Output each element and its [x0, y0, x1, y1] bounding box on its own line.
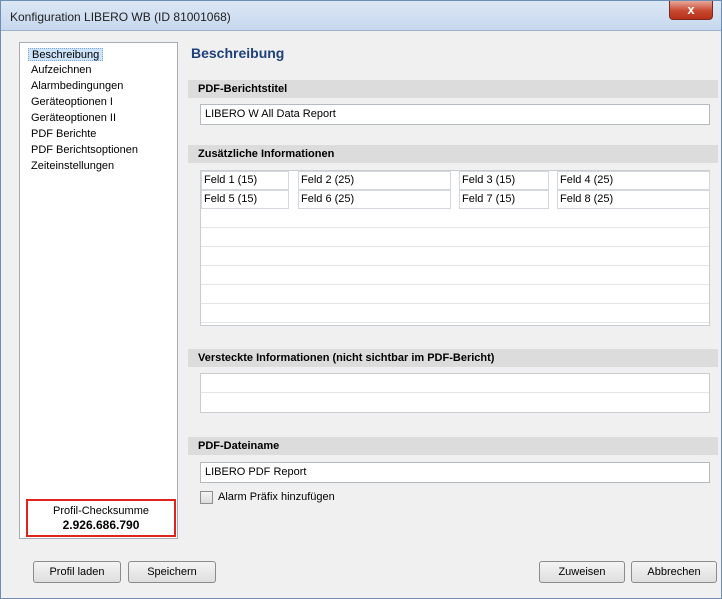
- grid-row: [201, 304, 709, 323]
- sidebar-item-zeiteinstellungen[interactable]: Zeiteinstellungen: [28, 160, 117, 173]
- field-6-input[interactable]: Feld 6 (25): [298, 190, 451, 209]
- grid-row: [201, 228, 709, 247]
- title-bar: Konfiguration LIBERO WB (ID 81001068) x: [1, 1, 721, 31]
- field-3-input[interactable]: Feld 3 (15): [459, 171, 549, 190]
- hidden-info-header: Versteckte Informationen (nicht sichtbar…: [188, 349, 718, 367]
- sidebar-item-pdf-berichte[interactable]: PDF Berichte: [28, 128, 99, 141]
- field-1-input[interactable]: Feld 1 (15): [201, 171, 289, 190]
- alarm-prefix-checkbox[interactable]: [200, 491, 213, 504]
- filename-header: PDF-Dateiname: [188, 437, 718, 455]
- hidden-info-grid: [200, 373, 710, 413]
- hidden-info-row[interactable]: [201, 393, 709, 412]
- sidebar-item-geraeteoptionen-2[interactable]: Geräteoptionen II: [28, 112, 119, 125]
- filename-input[interactable]: LIBERO PDF Report: [200, 462, 710, 483]
- field-2-input[interactable]: Feld 2 (25): [298, 171, 451, 190]
- additional-info-header: Zusätzliche Informationen: [188, 145, 718, 163]
- save-button[interactable]: Speichern: [128, 561, 216, 583]
- field-8-input[interactable]: Feld 8 (25): [557, 190, 710, 209]
- close-icon: x: [687, 2, 695, 17]
- page-title: Beschreibung: [191, 45, 285, 61]
- grid-row: [201, 209, 709, 228]
- load-profile-button[interactable]: Profil laden: [33, 561, 121, 583]
- sidebar-item-alarmbedingungen[interactable]: Alarmbedingungen: [28, 80, 126, 93]
- field-4-input[interactable]: Feld 4 (25): [557, 171, 710, 190]
- settings-sidebar: Beschreibung Aufzeichnen Alarmbedingunge…: [19, 42, 178, 539]
- additional-info-grid: Feld 1 (15) Feld 2 (25) Feld 3 (15) Feld…: [200, 170, 710, 326]
- assign-button[interactable]: Zuweisen: [539, 561, 625, 583]
- checksum-label: Profil-Checksumme: [53, 505, 149, 517]
- field-5-input[interactable]: Feld 5 (15): [201, 190, 289, 209]
- report-title-input[interactable]: LIBERO W All Data Report: [200, 104, 710, 125]
- report-title-header: PDF-Berichtstitel: [188, 80, 718, 98]
- sidebar-item-aufzeichnen[interactable]: Aufzeichnen: [28, 64, 95, 77]
- field-7-input[interactable]: Feld 7 (15): [459, 190, 549, 209]
- grid-row: [201, 285, 709, 304]
- sidebar-item-geraeteoptionen-1[interactable]: Geräteoptionen I: [28, 96, 116, 109]
- sidebar-item-beschreibung[interactable]: Beschreibung: [28, 48, 104, 61]
- alarm-prefix-label: Alarm Präfix hinzufügen: [218, 491, 335, 503]
- checksum-value: 2.926.686.790: [62, 518, 140, 532]
- grid-row: [201, 247, 709, 266]
- profile-checksum-box: Profil-Checksumme 2.926.686.790: [26, 499, 176, 537]
- window-title: Konfiguration LIBERO WB (ID 81001068): [10, 10, 231, 24]
- hidden-info-row[interactable]: [201, 374, 709, 393]
- close-button[interactable]: x: [669, 1, 713, 20]
- grid-row: [201, 266, 709, 285]
- cancel-button[interactable]: Abbrechen: [631, 561, 717, 583]
- sidebar-item-pdf-berichtsoptionen[interactable]: PDF Berichtsoptionen: [28, 144, 141, 157]
